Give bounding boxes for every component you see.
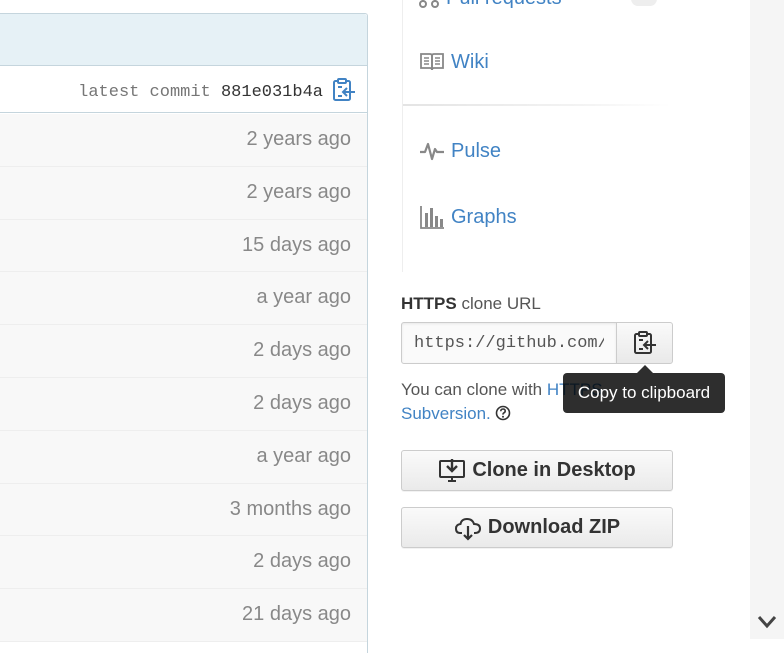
file-row[interactable]: 2 days ago: [0, 325, 367, 378]
sidebar-item-label: Wiki: [451, 50, 489, 73]
copy-clone-url-button[interactable]: [616, 322, 673, 364]
nav-divider: [403, 104, 671, 106]
pulse-icon: [420, 142, 444, 161]
tooltip-arrow: [637, 365, 653, 373]
file-age: 2 years ago: [246, 180, 351, 203]
latest-commit-label: latest commit: [78, 83, 211, 102]
file-age: 2 days ago: [253, 339, 351, 362]
clone-protocol: HTTPS: [401, 294, 457, 313]
sidebar-item-graphs[interactable]: Graphs: [419, 199, 517, 235]
file-row[interactable]: 3 months ago: [0, 483, 367, 537]
file-row[interactable]: 2 days ago: [0, 536, 367, 590]
clone-url-box: [401, 322, 673, 364]
file-age: a year ago: [256, 444, 351, 467]
file-age: 2 days ago: [253, 550, 351, 573]
file-row[interactable]: a year ago: [0, 430, 367, 484]
latest-commit-bar: latest commit 881e031b4a: [0, 67, 367, 113]
file-age: 21 days ago: [242, 603, 351, 626]
file-listing-panel: latest commit 881e031b4a 2 years ago 2 y…: [0, 13, 368, 653]
clone-url-input[interactable]: [401, 322, 617, 364]
bar-graph-icon: [420, 206, 444, 229]
copy-sha-clipboard-icon[interactable]: [331, 77, 357, 103]
repo-nav: Wiki Pulse Graphs: [402, 0, 671, 272]
help-question-icon[interactable]: [495, 405, 511, 421]
sidebar-item-label: Graphs: [451, 205, 517, 228]
clone-in-desktop-button[interactable]: Clone in Desktop: [401, 450, 673, 491]
file-age: 2 days ago: [253, 391, 351, 414]
clone-in-desktop-label: Clone in Desktop: [472, 459, 636, 481]
file-age: 3 months ago: [229, 497, 351, 520]
copy-tooltip: Copy to clipboard: [577, 383, 711, 402]
clone-subversion-link[interactable]: Subversion.: [401, 404, 491, 423]
file-row[interactable]: 15 days ago: [0, 219, 367, 273]
download-zip-label: Download ZIP: [487, 516, 621, 538]
clone-title-suffix: clone URL: [461, 294, 541, 313]
file-list: 2 years ago 2 years ago 15 days ago a ye…: [0, 114, 367, 642]
clipboard-icon: [633, 331, 656, 354]
file-row[interactable]: 2 years ago: [0, 166, 367, 220]
clone-url-title: HTTPS clone URL: [401, 294, 541, 314]
file-row[interactable]: a year ago: [0, 272, 367, 326]
book-icon: [420, 53, 444, 71]
scroll-down-chevron-icon[interactable]: [752, 608, 782, 636]
cloud-download-icon: [454, 517, 481, 541]
file-age: 15 days ago: [242, 233, 351, 256]
latest-commit-text: latest commit 881e031b4a: [78, 83, 323, 102]
file-age: 2 years ago: [246, 128, 351, 150]
sidebar-item-label: Pulse: [451, 139, 502, 162]
sidebar-item-wiki[interactable]: Wiki: [419, 44, 489, 80]
page-scroll-rail[interactable]: [750, 0, 784, 639]
file-row[interactable]: 2 days ago: [0, 377, 367, 431]
file-row[interactable]: 2 years ago: [0, 114, 367, 167]
download-zip-button[interactable]: Download ZIP: [401, 507, 673, 548]
clone-help-prefix: You can clone with: [401, 380, 547, 399]
desktop-download-icon: [439, 458, 466, 482]
sidebar-item-pulse[interactable]: Pulse: [419, 133, 501, 169]
file-age: a year ago: [256, 286, 351, 309]
file-listing-header: [0, 14, 367, 66]
commit-sha-link[interactable]: 881e031b4a: [221, 83, 323, 102]
file-row[interactable]: 21 days ago: [0, 589, 367, 642]
